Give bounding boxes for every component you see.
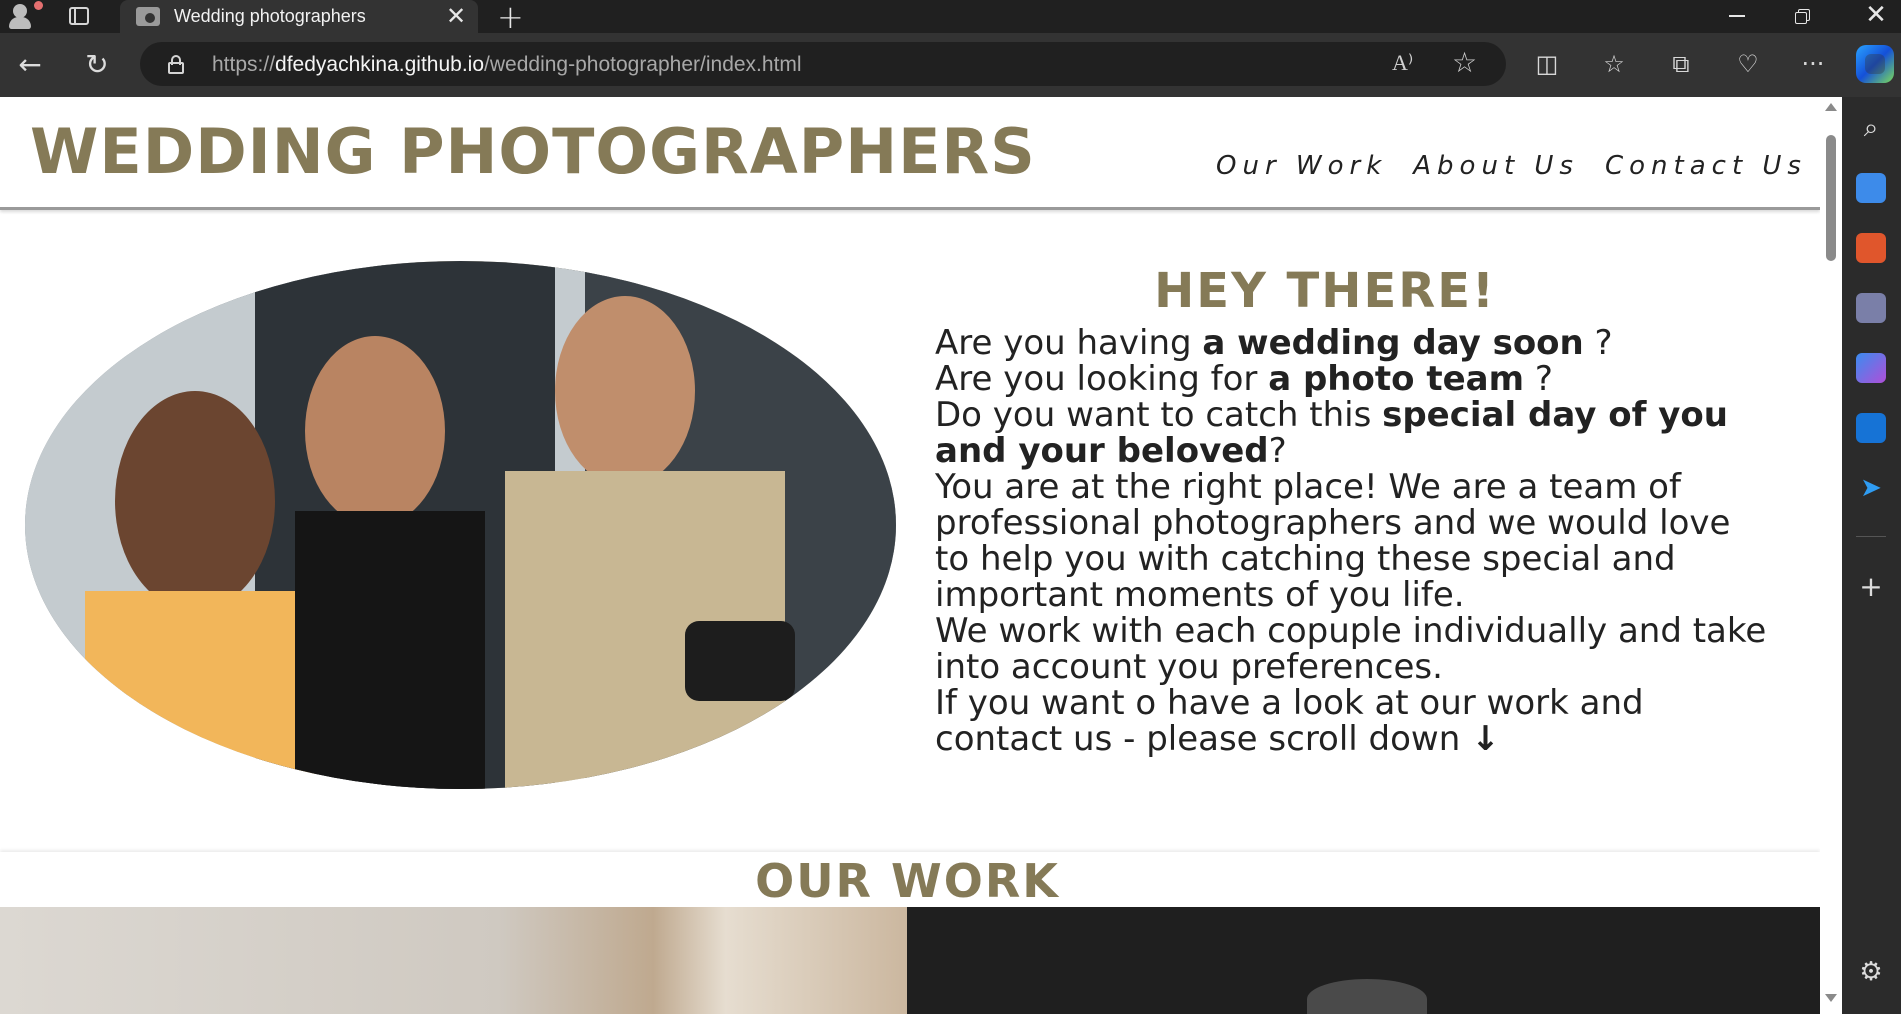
intro-paragraph: You are at the right place! We are a tea… <box>935 467 1731 615</box>
new-tab-button[interactable]: + <box>497 0 524 36</box>
tab-actions-icon[interactable] <box>62 4 98 30</box>
lock-icon[interactable] <box>168 55 184 74</box>
vertical-scrollbar[interactable] <box>1820 97 1842 1014</box>
question-1: Are you having a wedding day soon ? <box>935 323 1613 363</box>
restore-window-button[interactable] <box>1776 0 1832 33</box>
scroll-up-icon[interactable] <box>1825 103 1837 111</box>
browser-tab-active[interactable]: Wedding photographers ✕ <box>120 0 478 33</box>
gallery-photo-2[interactable] <box>907 907 1820 1014</box>
camera-favicon-icon <box>136 7 160 26</box>
scroll-prompt: If you want o have a look at our work an… <box>935 683 1644 759</box>
nav-link-our-work[interactable]: Our Work <box>1216 151 1387 181</box>
outlook-icon[interactable] <box>1856 413 1886 443</box>
address-bar[interactable]: https://dfedyachkina.github.io/wedding-p… <box>140 42 1506 86</box>
search-icon[interactable]: ⌕ <box>1856 113 1886 143</box>
back-arrow-icon[interactable]: ← <box>10 45 50 85</box>
reload-icon[interactable]: ↻ <box>77 45 117 85</box>
more-options-icon[interactable]: ··· <box>1796 47 1830 81</box>
down-arrow-icon: ↓ <box>1471 719 1500 759</box>
sidebar-settings-gear-icon[interactable]: ⚙ <box>1856 957 1886 987</box>
tab-title: Wedding photographers <box>174 6 366 26</box>
minimize-window-button[interactable] <box>1708 0 1764 33</box>
add-sidebar-app-icon[interactable]: + <box>1856 570 1886 603</box>
our-work-heading: OUR WORK <box>755 854 1060 908</box>
our-work-section-header: OUR WORK <box>0 852 1820 908</box>
browser-essentials-icon[interactable]: ♡ <box>1731 47 1765 81</box>
games-icon[interactable] <box>1856 293 1886 323</box>
read-aloud-icon[interactable]: A⁾ <box>1392 50 1413 76</box>
scrollbar-thumb[interactable] <box>1826 135 1836 261</box>
microsoft-365-icon[interactable] <box>1856 353 1886 383</box>
browser-titlebar: Wedding photographers ✕ + ✕ <box>0 0 1901 36</box>
favorites-icon[interactable]: ☆ <box>1597 47 1631 81</box>
browser-sidebar: ⌕ ➤ + ⚙ <box>1842 97 1901 1014</box>
individual-paragraph: We work with each copuple individually a… <box>935 611 1767 687</box>
send-drop-icon[interactable]: ➤ <box>1856 473 1886 503</box>
tools-briefcase-icon[interactable] <box>1856 233 1886 263</box>
scroll-down-icon[interactable] <box>1825 994 1837 1002</box>
sidebar-divider <box>1856 536 1886 537</box>
shopping-tag-icon[interactable] <box>1856 173 1886 203</box>
browser-toolbar: ← ↻ https://dfedyachkina.github.io/weddi… <box>0 33 1901 97</box>
split-screen-icon[interactable]: ◫ <box>1530 47 1564 81</box>
favorite-star-icon[interactable]: ☆ <box>1452 46 1477 79</box>
copilot-icon[interactable] <box>1856 45 1894 83</box>
question-3: Do you want to catch this special day of… <box>935 395 1728 471</box>
gallery-photo-1[interactable] <box>0 907 907 1014</box>
site-header: WEDDING PHOTOGRAPHERS Our Work About Us … <box>0 97 1820 210</box>
close-window-button[interactable]: ✕ <box>1848 0 1901 33</box>
hero-body-copy: Are you having a wedding day soon ? Are … <box>935 325 1775 757</box>
hero-heading: HEY THERE! <box>1154 263 1496 319</box>
page-viewport: WEDDING PHOTOGRAPHERS Our Work About Us … <box>0 97 1842 1014</box>
url-text[interactable]: https://dfedyachkina.github.io/wedding-p… <box>212 53 802 77</box>
collections-icon[interactable]: ⧉ <box>1664 47 1698 81</box>
nav-link-contact-us[interactable]: Contact Us <box>1605 151 1807 181</box>
hero-photographers-image <box>25 261 896 789</box>
site-nav: Our Work About Us Contact Us <box>1216 151 1807 181</box>
hero-text-block: HEY THERE! Are you having a wedding day … <box>935 261 1775 757</box>
site-logo[interactable]: WEDDING PHOTOGRAPHERS <box>30 115 1036 188</box>
profile-avatar-icon[interactable] <box>4 1 43 31</box>
close-tab-icon[interactable]: ✕ <box>446 2 466 30</box>
nav-link-about-us[interactable]: About Us <box>1413 151 1579 181</box>
question-2: Are you looking for a photo team ? <box>935 359 1553 399</box>
